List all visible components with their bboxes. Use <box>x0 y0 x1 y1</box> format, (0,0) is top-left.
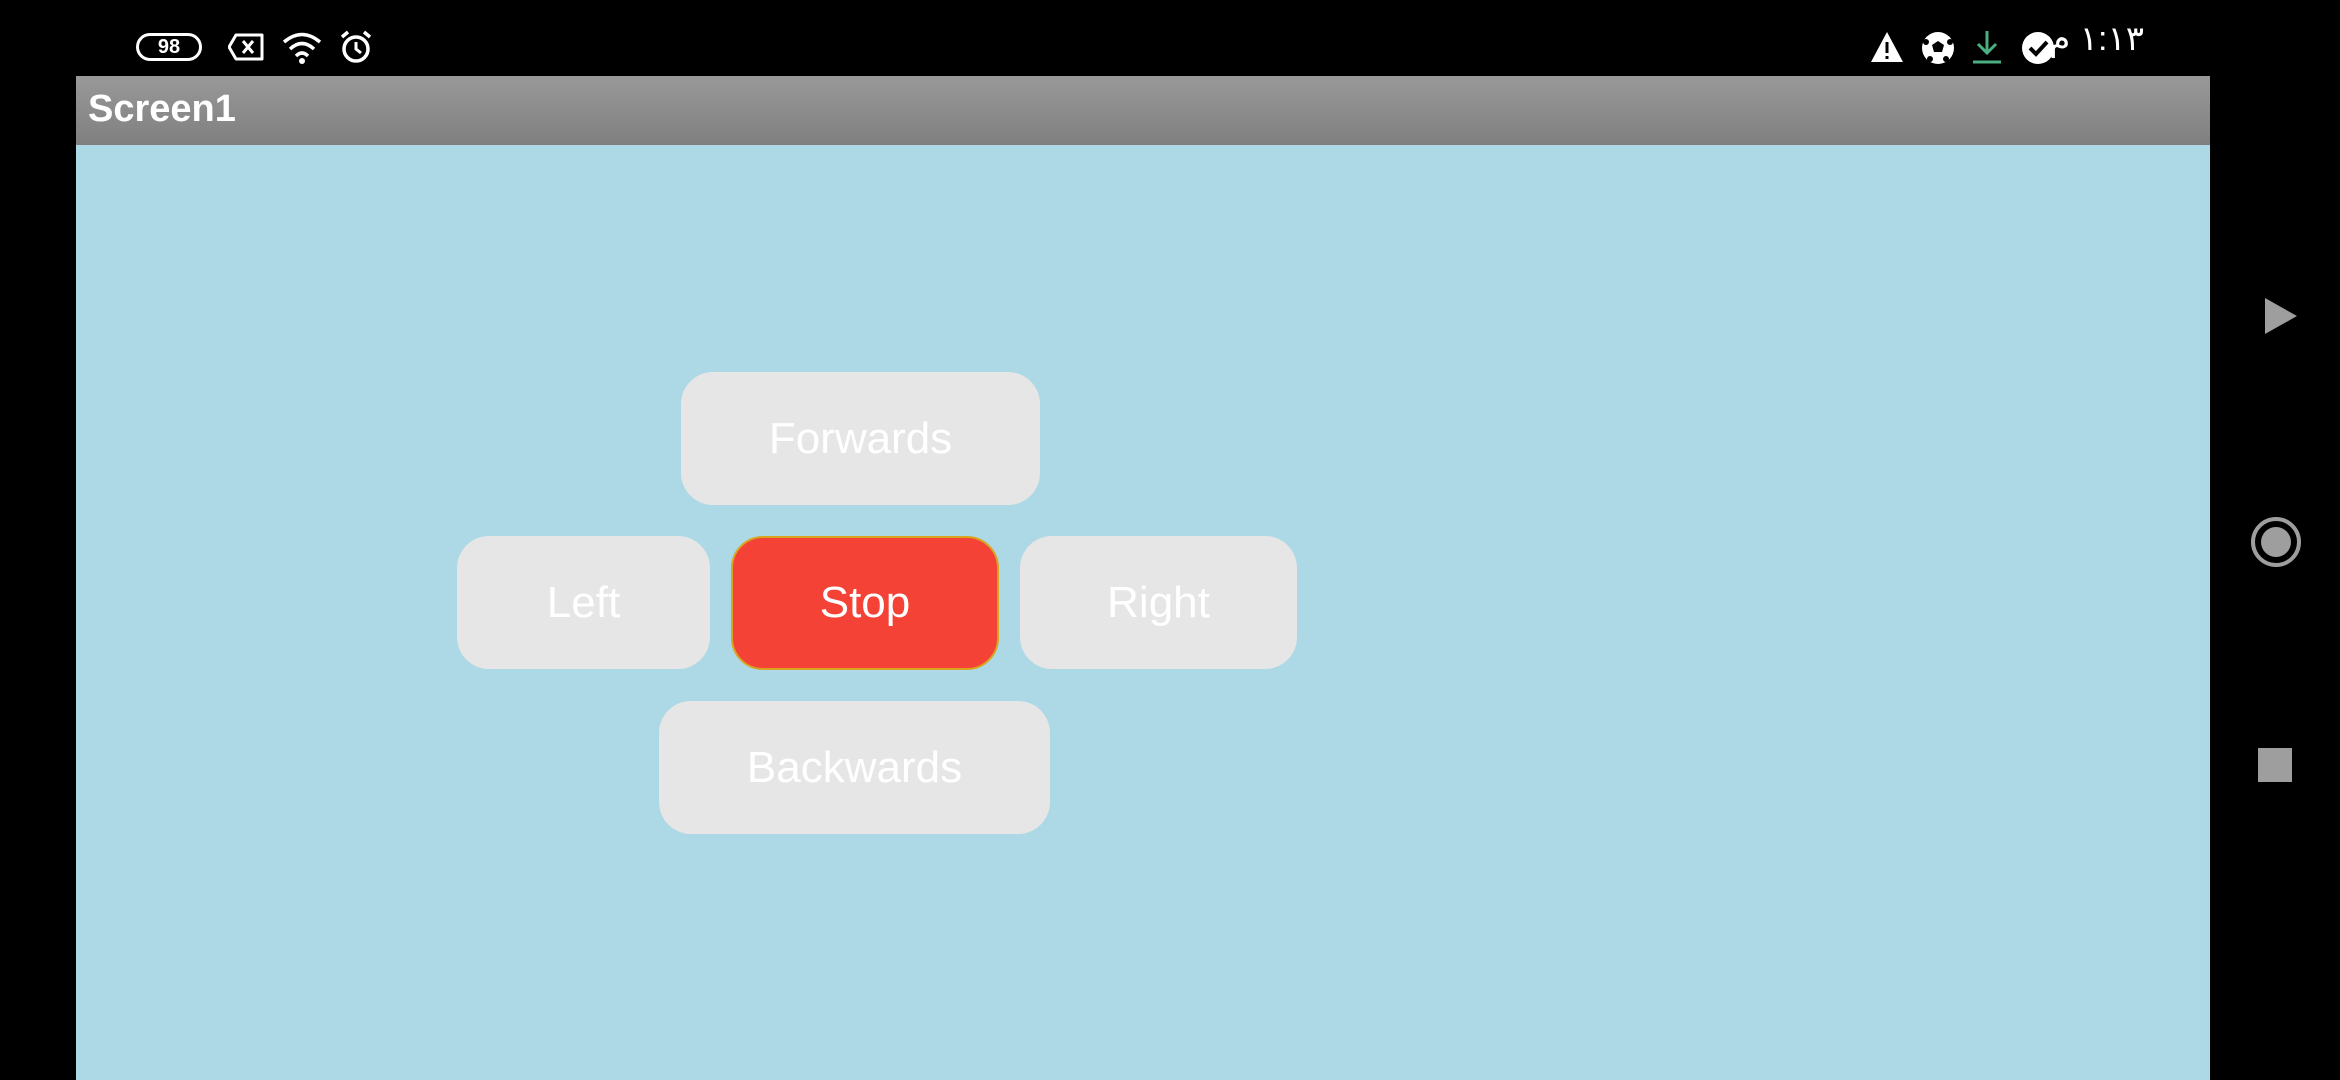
soccer-ball-icon <box>1922 32 1954 64</box>
backwards-button[interactable]: Backwards <box>659 701 1050 834</box>
status-bar: 98 ١:١٣ م <box>0 0 2340 76</box>
navigation-bar <box>2210 0 2340 1080</box>
wifi-icon <box>282 32 322 64</box>
recents-square-icon[interactable] <box>2258 748 2292 782</box>
right-button[interactable]: Right <box>1020 536 1297 669</box>
back-triangle-icon[interactable] <box>2263 296 2299 336</box>
battery-level: 98 <box>157 36 181 58</box>
alarm-icon <box>340 30 372 63</box>
home-circle-icon[interactable] <box>2250 516 2302 568</box>
warning-icon <box>1871 32 1903 62</box>
clock: ١:١٣ م <box>2049 20 2144 58</box>
screen-title: Screen1 <box>88 88 236 130</box>
stop-button[interactable]: Stop <box>731 536 999 670</box>
title-bar: Screen1 <box>76 76 2210 145</box>
left-button[interactable]: Left <box>457 536 710 669</box>
sim-error-icon <box>228 33 264 61</box>
battery-icon: 98 <box>136 33 202 61</box>
app-screen: Screen1 Forwards Left Stop Right Backwar… <box>76 76 2210 1080</box>
download-icon <box>1973 31 2001 64</box>
forwards-button[interactable]: Forwards <box>681 372 1040 505</box>
